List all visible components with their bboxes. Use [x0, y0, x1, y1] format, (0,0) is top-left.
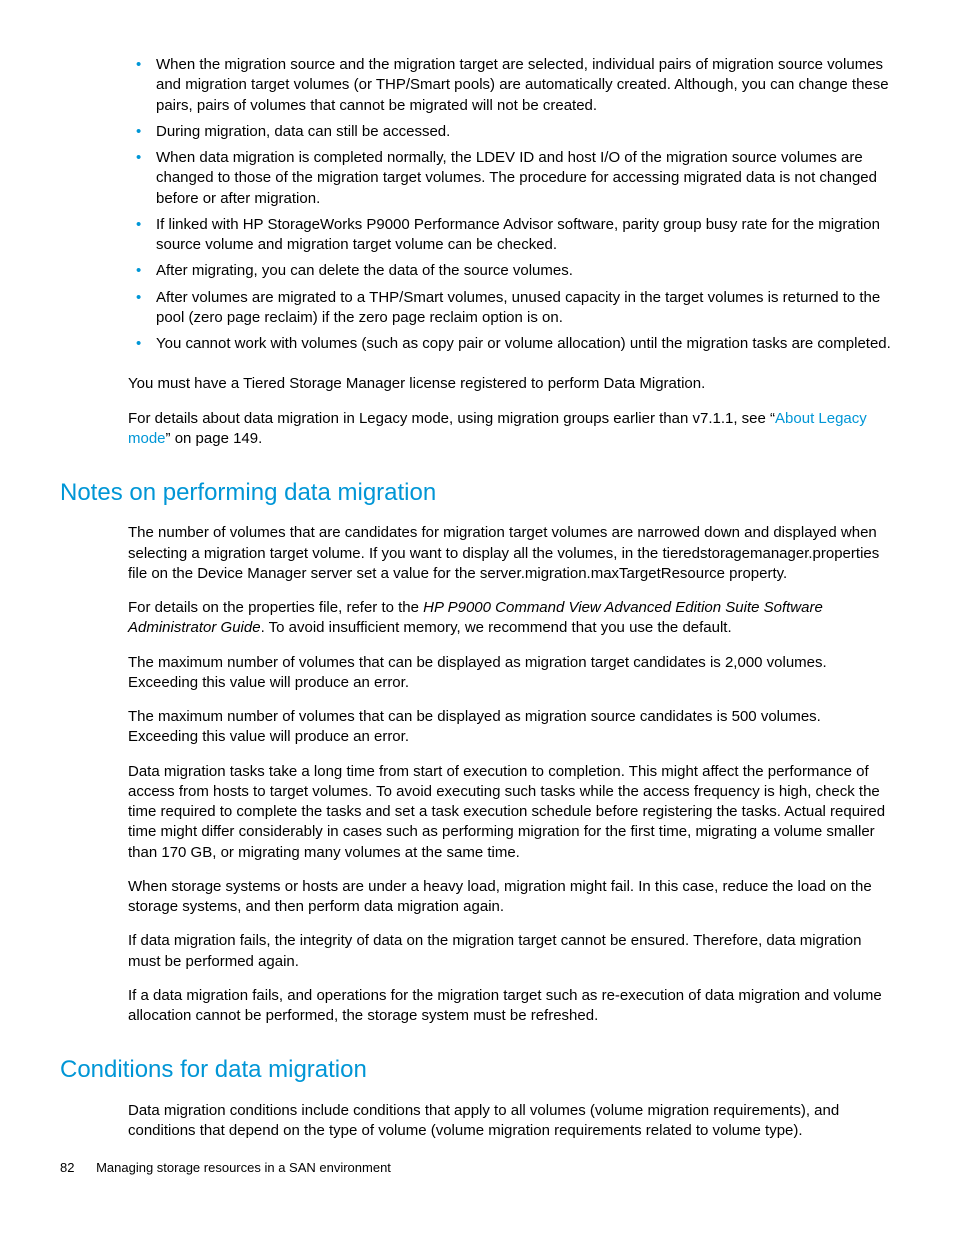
text: For details about data migration in Lega…: [128, 410, 775, 427]
bullet-list-top: When the migration source and the migrat…: [60, 55, 894, 360]
paragraph: If data migration fails, the integrity o…: [60, 931, 894, 972]
paragraph: For details on the properties file, refe…: [60, 598, 894, 639]
footer-chapter-title: Managing storage resources in a SAN envi…: [96, 1160, 391, 1175]
paragraph: Data migration conditions include condit…: [60, 1101, 894, 1142]
text: ” on page 149.: [166, 430, 263, 447]
text: For details on the properties file, refe…: [128, 599, 423, 616]
list-item: After volumes are migrated to a THP/Smar…: [128, 288, 894, 335]
page-footer: 82 Managing storage resources in a SAN e…: [60, 1159, 391, 1177]
list-item: After migrating, you can delete the data…: [128, 261, 894, 287]
page-number: 82: [60, 1160, 74, 1175]
heading-conditions: Conditions for data migration: [60, 1054, 894, 1086]
paragraph-license: You must have a Tiered Storage Manager l…: [60, 374, 894, 394]
paragraph: If a data migration fails, and operation…: [60, 986, 894, 1027]
paragraph: Data migration tasks take a long time fr…: [60, 762, 894, 863]
heading-notes-on-performing: Notes on performing data migration: [60, 477, 894, 509]
list-item: You cannot work with volumes (such as co…: [128, 334, 894, 360]
list-item: During migration, data can still be acce…: [128, 122, 894, 148]
paragraph: The number of volumes that are candidate…: [60, 523, 894, 584]
text: . To avoid insufficient memory, we recom…: [261, 619, 732, 636]
paragraph-legacy-ref: For details about data migration in Lega…: [60, 409, 894, 450]
list-item: If linked with HP StorageWorks P9000 Per…: [128, 215, 894, 262]
list-item: When data migration is completed normall…: [128, 148, 894, 215]
paragraph: The maximum number of volumes that can b…: [60, 653, 894, 694]
paragraph: When storage systems or hosts are under …: [60, 877, 894, 918]
list-item: When the migration source and the migrat…: [128, 55, 894, 122]
paragraph: The maximum number of volumes that can b…: [60, 707, 894, 748]
